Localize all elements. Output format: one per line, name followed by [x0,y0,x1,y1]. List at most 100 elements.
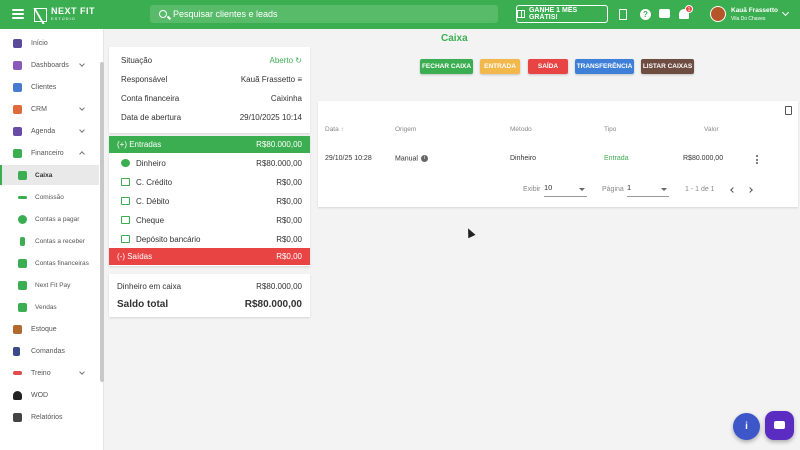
page-size-select[interactable]: 10 [544,183,587,197]
situacao-row: Situação Aberto ↻ [109,51,310,70]
method-label: C. Débito [136,197,170,206]
sidebar-item-wod[interactable]: WOD [0,385,99,405]
method-row-deposito: Depósito bancário R$0,00 [109,230,310,249]
cell-origem: Manual i [395,155,428,162]
search-input[interactable]: Pesquisar clientes e leads [150,5,498,23]
exit-button[interactable]: SAÍDA [528,59,568,74]
cell-data: 29/10/25 10:28 [325,155,372,162]
sidebar-item-treino[interactable]: Treino [0,363,99,383]
sidebar-item-contas-a-receber[interactable]: Contas a receber [0,231,99,251]
header-tipo: Tipo [604,126,617,133]
entry-button[interactable]: ENTRADA [480,59,520,74]
sidebar-item-label: Caixa [35,171,53,179]
sidebar-item-label: WOD [31,391,49,399]
cart-icon [13,324,22,334]
user-name[interactable]: Kauã Frassetto [731,7,778,14]
info-icon[interactable]: i [420,155,428,162]
method-label: C. Crédito [136,178,173,187]
header-data[interactable]: Data ↑ [325,126,344,133]
pay-icon [18,280,27,290]
gift-icon [517,10,525,18]
dinheiro-caixa-row: Dinheiro em caixa R$80.000,00 [109,278,310,296]
sidebar-item-label: Contas financeiras [35,259,89,267]
dumbbell-icon [13,371,22,375]
cell-tipo: Entrada [604,155,629,162]
promo-button[interactable]: GANHE 1 MÊS GRÁTIS! [516,5,608,23]
method-value: R$0,00 [276,197,302,206]
user-location[interactable]: Vila Do Chaves [731,16,765,22]
sidebar-item-comissao[interactable]: Comissão [0,187,99,207]
method-row-cheque: Cheque R$0,00 [109,211,310,230]
network-icon [13,104,22,114]
conta-row: Conta financeira Caixinha [109,89,310,108]
sidebar-item-vendas[interactable]: Vendas [0,297,99,317]
coin-icon [18,214,27,224]
page-size-value: 10 [544,183,553,192]
credit-card-icon [121,178,130,186]
entradas-header: (+) Entradas R$80.000,00 [109,136,310,153]
sidebar-item-relatorios[interactable]: Relatórios [0,407,99,427]
chat-fab-button[interactable] [765,411,794,440]
cash-breakdown-card: (+) Entradas R$80.000,00 Dinheiro R$80.0… [109,136,310,266]
sidebar-item-label: Dashboards [31,61,69,69]
sidebar: Início Dashboards Clientes CRM Agenda Fi… [0,29,104,450]
chat-icon[interactable] [659,9,670,18]
close-cash-button[interactable]: FECHAR CAIXA [420,59,473,74]
sidebar-item-label: Relatórios [31,413,63,421]
top-bar: NEXT FIT ESTÚDIO Pesquisar clientes e le… [0,0,800,29]
method-row-debito: C. Débito R$0,00 [109,192,310,211]
sidebar-item-crm[interactable]: CRM [0,99,99,119]
transfer-button[interactable]: TRANSFERÊNCIA [575,59,634,74]
saidas-header: (-) Saídas R$0,00 [109,248,310,265]
header-valor: Valor [704,126,719,133]
help-icon[interactable]: ? [640,9,651,20]
export-document-icon[interactable] [785,106,792,115]
method-row-dinheiro: Dinheiro R$80.000,00 [109,154,310,173]
saldo-total-label: Saldo total [117,299,169,310]
sidebar-item-label: Comissão [35,193,64,201]
list-cash-button[interactable]: LISTAR CAIXAS [641,59,694,74]
sidebar-item-label: Clientes [31,83,57,91]
cheque-icon [121,216,130,224]
page-select[interactable]: 1 [627,183,669,197]
sidebar-item-contas-financeiras[interactable]: Contas financeiras [0,253,99,273]
sidebar-item-label: Estoque [31,325,57,333]
sidebar-item-estoque[interactable]: Estoque [0,319,99,339]
refresh-icon[interactable]: ↻ [295,56,302,65]
cash-total-card: Dinheiro em caixa R$80.000,00 Saldo tota… [109,274,310,317]
chevron-down-icon [79,369,85,375]
header-metodo: Método [510,126,532,133]
logo-sub-text: ESTÚDIO [51,16,76,21]
notification-badge: 1 [685,5,693,13]
sidebar-scrollbar[interactable] [100,62,104,382]
sidebar-item-comandas[interactable]: Comandas [0,341,99,361]
sidebar-item-dashboards[interactable]: Dashboards [0,55,99,75]
sidebar-item-agenda[interactable]: Agenda [0,121,99,141]
exit-icon[interactable] [619,9,627,20]
sidebar-item-label: CRM [31,105,47,113]
sidebar-item-label: Vendas [35,303,57,311]
sidebar-item-caixa[interactable]: Caixa [0,165,99,185]
sidebar-item-next-fit-pay[interactable]: Next Fit Pay [0,275,99,295]
calendar-icon [13,126,22,136]
sidebar-item-contas-a-pagar[interactable]: Contas a pagar [0,209,99,229]
more-options-icon[interactable] [756,155,758,166]
filter-icon[interactable]: ≡ [297,75,302,84]
chevron-down-icon[interactable] [781,8,790,17]
logo[interactable]: NEXT FIT ESTÚDIO [34,7,95,23]
method-value: R$0,00 [276,235,302,244]
saldo-total-value: R$80.000,00 [244,299,302,310]
sidebar-item-financeiro[interactable]: Financeiro [0,143,99,163]
sidebar-item-label: Comandas [31,347,65,355]
chevron-down-icon [79,105,85,111]
sidebar-item-inicio[interactable]: Início [0,33,99,53]
menu-icon[interactable] [12,9,24,19]
sort-arrow-icon[interactable]: ↑ [341,126,344,133]
info-fab-button[interactable]: i [733,413,760,440]
responsavel-label: Responsável [121,75,168,84]
avatar[interactable] [710,6,726,22]
bank-icon [121,235,130,243]
users-icon [13,82,22,92]
chart-icon [13,60,22,70]
sidebar-item-clientes[interactable]: Clientes [0,77,99,97]
